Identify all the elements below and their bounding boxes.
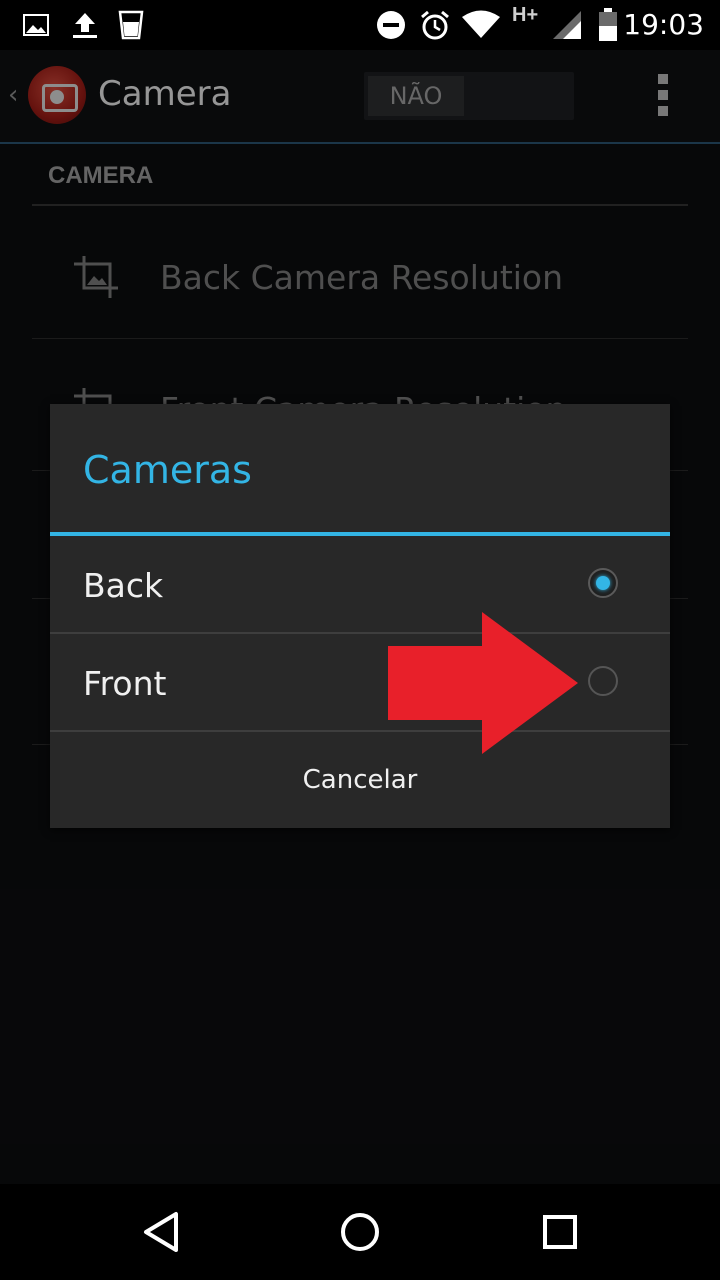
home-circle-icon[interactable] bbox=[336, 1208, 384, 1256]
clock: 19:03 bbox=[623, 8, 704, 41]
radio-button-selected[interactable] bbox=[588, 568, 618, 598]
wifi-icon bbox=[460, 0, 502, 50]
battery-icon bbox=[596, 0, 620, 50]
red-arrow-annotation bbox=[386, 612, 580, 758]
image-icon bbox=[22, 0, 50, 50]
dialog-title: Cameras bbox=[83, 448, 252, 492]
navigation-bar bbox=[0, 1184, 720, 1280]
alarm-icon bbox=[418, 0, 452, 50]
cup-icon bbox=[116, 0, 146, 50]
do-not-disturb-icon bbox=[374, 0, 408, 50]
signal-icon bbox=[550, 0, 584, 50]
status-bar: H+ 19:03 bbox=[0, 0, 720, 50]
upload-icon bbox=[68, 0, 102, 50]
back-triangle-icon[interactable] bbox=[138, 1208, 186, 1256]
recents-square-icon[interactable] bbox=[536, 1208, 584, 1256]
option-label: Back bbox=[83, 566, 164, 605]
network-type-label: H+ bbox=[512, 4, 539, 26]
option-label: Front bbox=[83, 664, 167, 703]
radio-button-unselected[interactable] bbox=[588, 666, 618, 696]
